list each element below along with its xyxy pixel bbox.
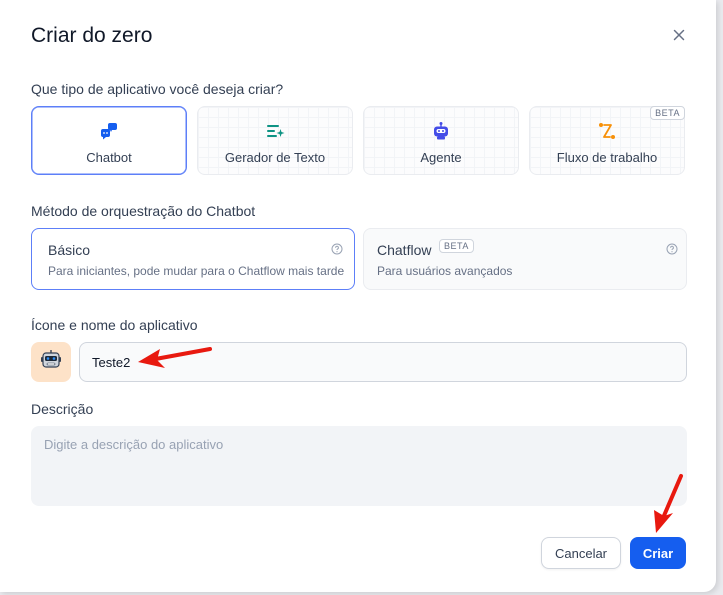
app-type-text-generator[interactable]: Gerador de Texto bbox=[197, 106, 353, 175]
text-generator-icon bbox=[265, 121, 285, 141]
workflow-beta-badge: BETA bbox=[650, 106, 685, 120]
app-type-chatbot[interactable]: Chatbot bbox=[31, 106, 187, 175]
text-generator-label: Gerador de Texto bbox=[224, 150, 326, 165]
cancel-button[interactable]: Cancelar bbox=[541, 537, 621, 569]
create-button[interactable]: Criar bbox=[630, 537, 686, 569]
method-basic-title: Básico bbox=[48, 242, 91, 258]
app-name-input[interactable] bbox=[79, 342, 687, 382]
method-chatflow-description: Para usuários avançados bbox=[377, 264, 513, 278]
help-icon[interactable] bbox=[666, 242, 678, 255]
orchestration-label: Método de orquestração do Chatbot bbox=[31, 203, 256, 219]
close-icon[interactable] bbox=[668, 24, 690, 46]
app-type-agent[interactable]: Agente bbox=[363, 106, 519, 175]
description-input[interactable] bbox=[31, 426, 687, 506]
create-app-dialog: Criar do zero Que tipo de aplicativo voc… bbox=[0, 0, 716, 592]
method-basic[interactable]: Básico Para iniciantes, pode mudar para … bbox=[31, 228, 355, 290]
method-basic-description: Para iniciantes, pode mudar para o Chatf… bbox=[48, 264, 345, 278]
app-type-workflow[interactable]: BETA Fluxo de trabalho bbox=[529, 106, 685, 175]
agent-label: Agente bbox=[420, 150, 462, 165]
description-label: Descrição bbox=[31, 401, 94, 417]
app-name-label: Ícone e nome do aplicativo bbox=[31, 317, 198, 333]
method-chatflow[interactable]: Chatflow BETA Para usuários avançados bbox=[363, 228, 687, 290]
chatbot-icon bbox=[99, 121, 119, 141]
workflow-label: Fluxo de trabalho bbox=[556, 150, 658, 165]
workflow-icon bbox=[597, 121, 617, 141]
chatflow-beta-badge: BETA bbox=[439, 239, 474, 253]
dialog-title: Criar do zero bbox=[31, 24, 153, 47]
agent-robot-icon bbox=[431, 121, 451, 141]
robot-face-icon bbox=[40, 349, 62, 376]
method-chatflow-title: Chatflow bbox=[377, 242, 432, 258]
app-type-label: Que tipo de aplicativo você deseja criar… bbox=[31, 81, 284, 97]
app-icon-picker[interactable] bbox=[31, 342, 71, 382]
chatbot-label: Chatbot bbox=[86, 150, 132, 165]
help-icon[interactable] bbox=[331, 242, 343, 255]
